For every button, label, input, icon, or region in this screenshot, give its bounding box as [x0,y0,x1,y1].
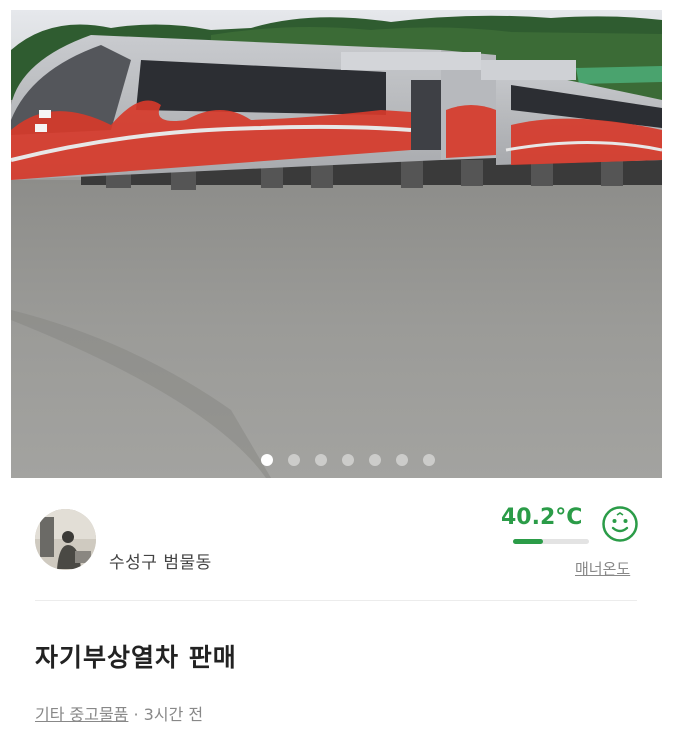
manner-temperature-bar [513,539,589,544]
pagination-dot[interactable] [369,454,381,466]
photo-pagination[interactable] [261,454,435,466]
listing-page: 수성구 범물동 40.2°C 매너온도 자기부상열차 판매 기타 중고물품 · … [0,0,674,738]
seller-avatar[interactable] [35,509,96,570]
posted-time: 3시간 전 [143,705,204,724]
seller-section[interactable]: 수성구 범물동 40.2°C 매너온도 [0,478,674,600]
pagination-dot[interactable] [423,454,435,466]
category-link[interactable]: 기타 중고물품 [35,705,128,724]
listing-meta: 기타 중고물품 · 3시간 전 [35,701,203,725]
pagination-dot[interactable] [342,454,354,466]
pagination-dot[interactable] [315,454,327,466]
pagination-dot[interactable] [396,454,408,466]
divider [35,600,637,601]
train-photo [11,10,662,478]
listing-title: 자기부상열차 판매 [35,643,237,672]
smiley-face-icon [602,506,638,542]
pagination-dot[interactable] [261,454,273,466]
manner-temperature: 40.2°C [501,505,583,530]
product-photo[interactable] [11,10,662,478]
manner-temperature-fill [513,539,544,544]
meta-separator: · [128,705,144,724]
seller-location: 수성구 범물동 [109,553,212,573]
pagination-dot[interactable] [288,454,300,466]
avatar-photo-icon [35,509,96,570]
manner-temperature-link[interactable]: 매너온도 [575,558,630,579]
